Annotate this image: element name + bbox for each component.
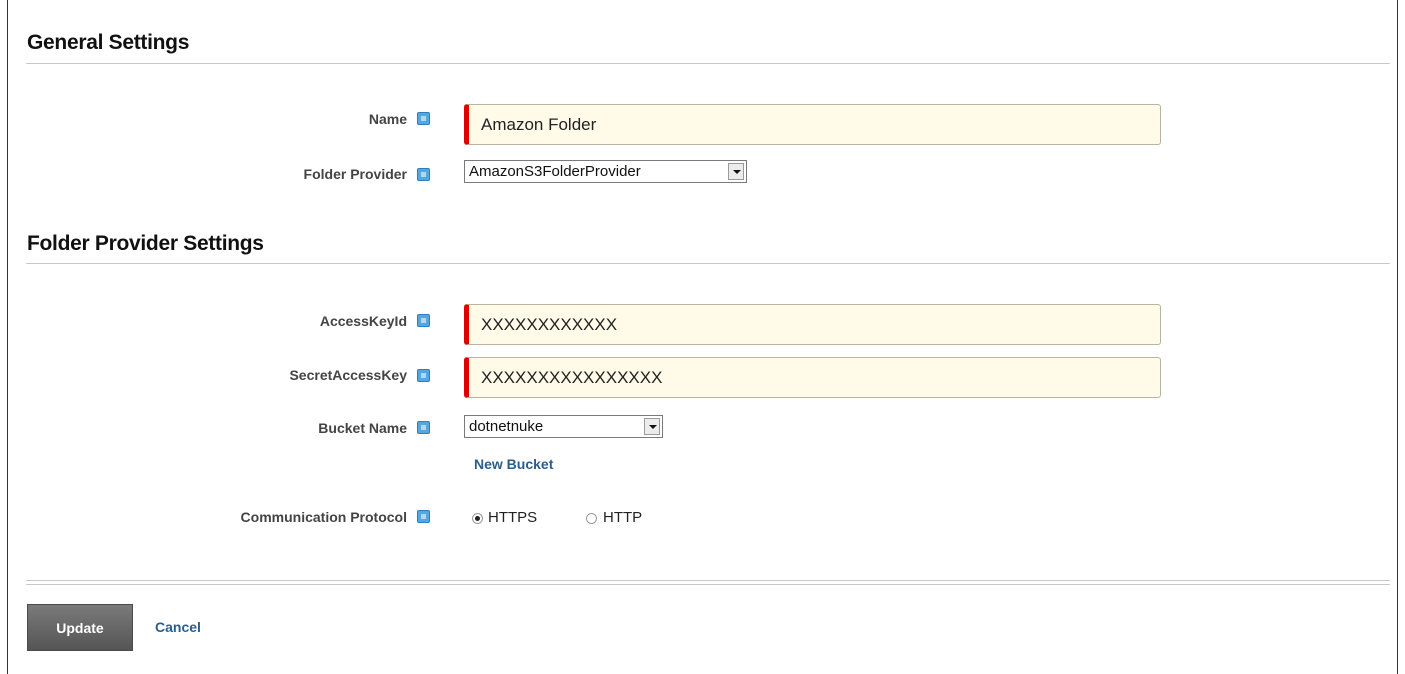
access-key-input[interactable]	[464, 304, 1161, 345]
folder-provider-label: Folder Provider	[303, 166, 407, 182]
update-button[interactable]: Update	[27, 604, 133, 651]
access-key-label: AccessKeyId	[319, 313, 407, 329]
secret-key-input[interactable]	[464, 357, 1161, 398]
help-icon[interactable]	[417, 168, 430, 181]
footer-divider	[26, 584, 1390, 585]
general-settings-heading: General Settings	[27, 31, 190, 54]
chevron-down-icon[interactable]	[728, 163, 744, 180]
secret-key-label: SecretAccessKey	[289, 367, 407, 383]
folder-provider-select[interactable]: AmazonS3FolderProvider	[464, 160, 747, 183]
http-radio[interactable]	[586, 513, 597, 524]
cancel-link[interactable]: Cancel	[155, 619, 201, 635]
folder-provider-settings-heading: Folder Provider Settings	[27, 232, 264, 255]
section-divider	[26, 63, 1390, 64]
https-radio[interactable]	[472, 513, 483, 524]
help-icon[interactable]	[417, 112, 430, 125]
https-radio-label[interactable]: HTTPS	[488, 509, 537, 526]
communication-protocol-label: Communication Protocol	[240, 509, 407, 525]
new-bucket-link[interactable]: New Bucket	[474, 456, 553, 472]
help-icon[interactable]	[417, 510, 430, 523]
help-icon[interactable]	[417, 421, 430, 434]
help-icon[interactable]	[417, 369, 430, 382]
section-divider	[26, 263, 1390, 264]
name-label: Name	[368, 111, 407, 127]
bucket-name-label: Bucket Name	[318, 420, 407, 436]
chevron-down-icon[interactable]	[644, 418, 660, 435]
folder-provider-value: AmazonS3FolderProvider	[469, 163, 641, 180]
footer-divider	[26, 580, 1390, 581]
http-radio-label[interactable]: HTTP	[603, 509, 642, 526]
help-icon[interactable]	[417, 314, 430, 327]
name-input[interactable]	[464, 104, 1161, 145]
bucket-name-value: dotnetnuke	[469, 418, 544, 435]
bucket-name-select[interactable]: dotnetnuke	[464, 415, 663, 438]
